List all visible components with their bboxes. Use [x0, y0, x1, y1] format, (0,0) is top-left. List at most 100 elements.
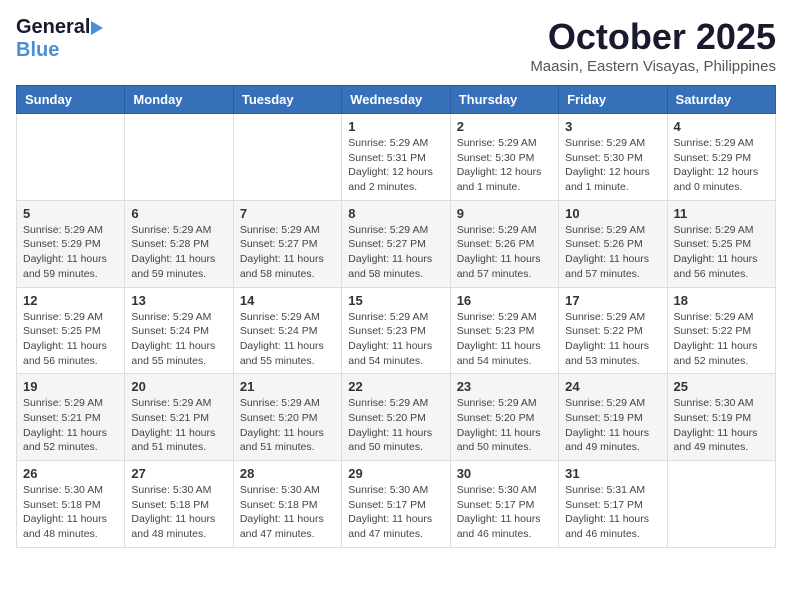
day-number: 18: [674, 293, 769, 308]
day-number: 20: [131, 379, 226, 394]
day-info: Sunrise: 5:29 AMSunset: 5:26 PMDaylight:…: [457, 223, 552, 282]
weekday-header-monday: Monday: [125, 86, 233, 114]
day-number: 8: [348, 206, 443, 221]
day-cell-6: 6 Sunrise: 5:29 AMSunset: 5:28 PMDaylight…: [125, 200, 233, 287]
day-info: Sunrise: 5:29 AMSunset: 5:21 PMDaylight:…: [23, 396, 118, 455]
day-number: 26: [23, 466, 118, 481]
day-info: Sunrise: 5:29 AMSunset: 5:27 PMDaylight:…: [348, 223, 443, 282]
day-info: Sunrise: 5:29 AMSunset: 5:23 PMDaylight:…: [457, 310, 552, 369]
day-info: Sunrise: 5:29 AMSunset: 5:29 PMDaylight:…: [23, 223, 118, 282]
day-number: 4: [674, 119, 769, 134]
week-row-5: 26 Sunrise: 5:30 AMSunset: 5:18 PMDayligh…: [17, 461, 776, 548]
logo-blue-text: Blue: [16, 39, 59, 62]
day-cell-17: 17 Sunrise: 5:29 AMSunset: 5:22 PMDayligh…: [559, 287, 667, 374]
day-info: Sunrise: 5:29 AMSunset: 5:26 PMDaylight:…: [565, 223, 660, 282]
logo-general-text: General: [16, 16, 90, 39]
day-info: Sunrise: 5:29 AMSunset: 5:20 PMDaylight:…: [240, 396, 335, 455]
day-info: Sunrise: 5:29 AMSunset: 5:20 PMDaylight:…: [348, 396, 443, 455]
day-number: 29: [348, 466, 443, 481]
logo: General Blue: [16, 16, 103, 62]
location-title: Maasin, Eastern Visayas, Philippines: [530, 58, 776, 75]
day-info: Sunrise: 5:30 AMSunset: 5:17 PMDaylight:…: [348, 483, 443, 542]
day-cell-10: 10Sunrise: 5:29 AMSunset: 5:26 PMDayligh…: [559, 200, 667, 287]
day-number: 31: [565, 466, 660, 481]
day-number: 15: [348, 293, 443, 308]
day-cell-28: 28Sunrise: 5:30 AMSunset: 5:18 PMDayligh…: [233, 461, 341, 548]
title-area: October 2025 Maasin, Eastern Visayas, Ph…: [530, 16, 776, 75]
day-number: 22: [348, 379, 443, 394]
day-cell-22: 22 Sunrise: 5:29 AMSunset: 5:20 PMDayligh…: [342, 374, 450, 461]
day-number: 7: [240, 206, 335, 221]
weekday-header-friday: Friday: [559, 86, 667, 114]
day-cell-12: 12Sunrise: 5:29 AMSunset: 5:25 PMDayligh…: [17, 287, 125, 374]
month-title: October 2025: [530, 16, 776, 58]
day-cell-14: 14 Sunrise: 5:29 AMSunset: 5:24 PMDayligh…: [233, 287, 341, 374]
day-info: Sunrise: 5:29 AMSunset: 5:22 PMDaylight:…: [565, 310, 660, 369]
day-number: 17: [565, 293, 660, 308]
day-number: 13: [131, 293, 226, 308]
day-cell-7: 7 Sunrise: 5:29 AMSunset: 5:27 PMDaylight…: [233, 200, 341, 287]
day-info: Sunrise: 5:30 AMSunset: 5:18 PMDaylight:…: [240, 483, 335, 542]
weekday-header-tuesday: Tuesday: [233, 86, 341, 114]
empty-cell: [667, 461, 775, 548]
day-info: Sunrise: 5:31 AMSunset: 5:17 PMDaylight:…: [565, 483, 660, 542]
day-info: Sunrise: 5:29 AMSunset: 5:23 PMDaylight:…: [348, 310, 443, 369]
day-info: Sunrise: 5:29 AMSunset: 5:31 PMDaylight:…: [348, 136, 443, 195]
day-cell-25: 25Sunrise: 5:30 AMSunset: 5:19 PMDayligh…: [667, 374, 775, 461]
day-number: 9: [457, 206, 552, 221]
day-number: 5: [23, 206, 118, 221]
day-cell-3: 3 Sunrise: 5:29 AMSunset: 5:30 PMDaylight…: [559, 114, 667, 201]
day-number: 27: [131, 466, 226, 481]
day-cell-16: 16 Sunrise: 5:29 AMSunset: 5:23 PMDayligh…: [450, 287, 558, 374]
day-info: Sunrise: 5:29 AMSunset: 5:25 PMDaylight:…: [674, 223, 769, 282]
weekday-header-row: SundayMondayTuesdayWednesdayThursdayFrid…: [17, 86, 776, 114]
day-number: 30: [457, 466, 552, 481]
day-number: 2: [457, 119, 552, 134]
day-number: 3: [565, 119, 660, 134]
day-cell-18: 18 Sunrise: 5:29 AMSunset: 5:22 PMDayligh…: [667, 287, 775, 374]
day-cell-13: 13Sunrise: 5:29 AMSunset: 5:24 PMDayligh…: [125, 287, 233, 374]
day-info: Sunrise: 5:30 AMSunset: 5:18 PMDaylight:…: [131, 483, 226, 542]
day-number: 25: [674, 379, 769, 394]
week-row-3: 12Sunrise: 5:29 AMSunset: 5:25 PMDayligh…: [17, 287, 776, 374]
logo-arrow-icon: [91, 21, 103, 35]
day-number: 16: [457, 293, 552, 308]
day-info: Sunrise: 5:29 AMSunset: 5:21 PMDaylight:…: [131, 396, 226, 455]
weekday-header-thursday: Thursday: [450, 86, 558, 114]
day-cell-19: 19 Sunrise: 5:29 AMSunset: 5:21 PMDayligh…: [17, 374, 125, 461]
day-info: Sunrise: 5:29 AMSunset: 5:27 PMDaylight:…: [240, 223, 335, 282]
day-cell-1: 1Sunrise: 5:29 AMSunset: 5:31 PMDaylight…: [342, 114, 450, 201]
day-info: Sunrise: 5:30 AMSunset: 5:17 PMDaylight:…: [457, 483, 552, 542]
day-cell-4: 4Sunrise: 5:29 AMSunset: 5:29 PMDaylight…: [667, 114, 775, 201]
week-row-4: 19 Sunrise: 5:29 AMSunset: 5:21 PMDayligh…: [17, 374, 776, 461]
day-cell-30: 30 Sunrise: 5:30 AMSunset: 5:17 PMDayligh…: [450, 461, 558, 548]
day-number: 14: [240, 293, 335, 308]
week-row-1: 1Sunrise: 5:29 AMSunset: 5:31 PMDaylight…: [17, 114, 776, 201]
day-info: Sunrise: 5:29 AMSunset: 5:24 PMDaylight:…: [240, 310, 335, 369]
day-cell-27: 27 Sunrise: 5:30 AMSunset: 5:18 PMDayligh…: [125, 461, 233, 548]
calendar-table: SundayMondayTuesdayWednesdayThursdayFrid…: [16, 85, 776, 548]
day-info: Sunrise: 5:30 AMSunset: 5:18 PMDaylight:…: [23, 483, 118, 542]
empty-cell: [17, 114, 125, 201]
empty-cell: [125, 114, 233, 201]
day-info: Sunrise: 5:29 AMSunset: 5:25 PMDaylight:…: [23, 310, 118, 369]
day-cell-29: 29 Sunrise: 5:30 AMSunset: 5:17 PMDayligh…: [342, 461, 450, 548]
week-row-2: 5 Sunrise: 5:29 AMSunset: 5:29 PMDaylight…: [17, 200, 776, 287]
day-cell-5: 5 Sunrise: 5:29 AMSunset: 5:29 PMDaylight…: [17, 200, 125, 287]
day-info: Sunrise: 5:29 AMSunset: 5:20 PMDaylight:…: [457, 396, 552, 455]
header: General Blue October 2025 Maasin, Easter…: [16, 16, 776, 75]
day-info: Sunrise: 5:29 AMSunset: 5:22 PMDaylight:…: [674, 310, 769, 369]
day-cell-8: 8 Sunrise: 5:29 AMSunset: 5:27 PMDaylight…: [342, 200, 450, 287]
day-cell-26: 26 Sunrise: 5:30 AMSunset: 5:18 PMDayligh…: [17, 461, 125, 548]
day-info: Sunrise: 5:29 AMSunset: 5:28 PMDaylight:…: [131, 223, 226, 282]
day-cell-9: 9 Sunrise: 5:29 AMSunset: 5:26 PMDaylight…: [450, 200, 558, 287]
day-number: 23: [457, 379, 552, 394]
weekday-header-saturday: Saturday: [667, 86, 775, 114]
weekday-header-sunday: Sunday: [17, 86, 125, 114]
day-info: Sunrise: 5:29 AMSunset: 5:30 PMDaylight:…: [565, 136, 660, 195]
day-number: 19: [23, 379, 118, 394]
day-cell-23: 23 Sunrise: 5:29 AMSunset: 5:20 PMDayligh…: [450, 374, 558, 461]
day-number: 11: [674, 206, 769, 221]
day-cell-24: 24Sunrise: 5:29 AMSunset: 5:19 PMDayligh…: [559, 374, 667, 461]
day-number: 6: [131, 206, 226, 221]
